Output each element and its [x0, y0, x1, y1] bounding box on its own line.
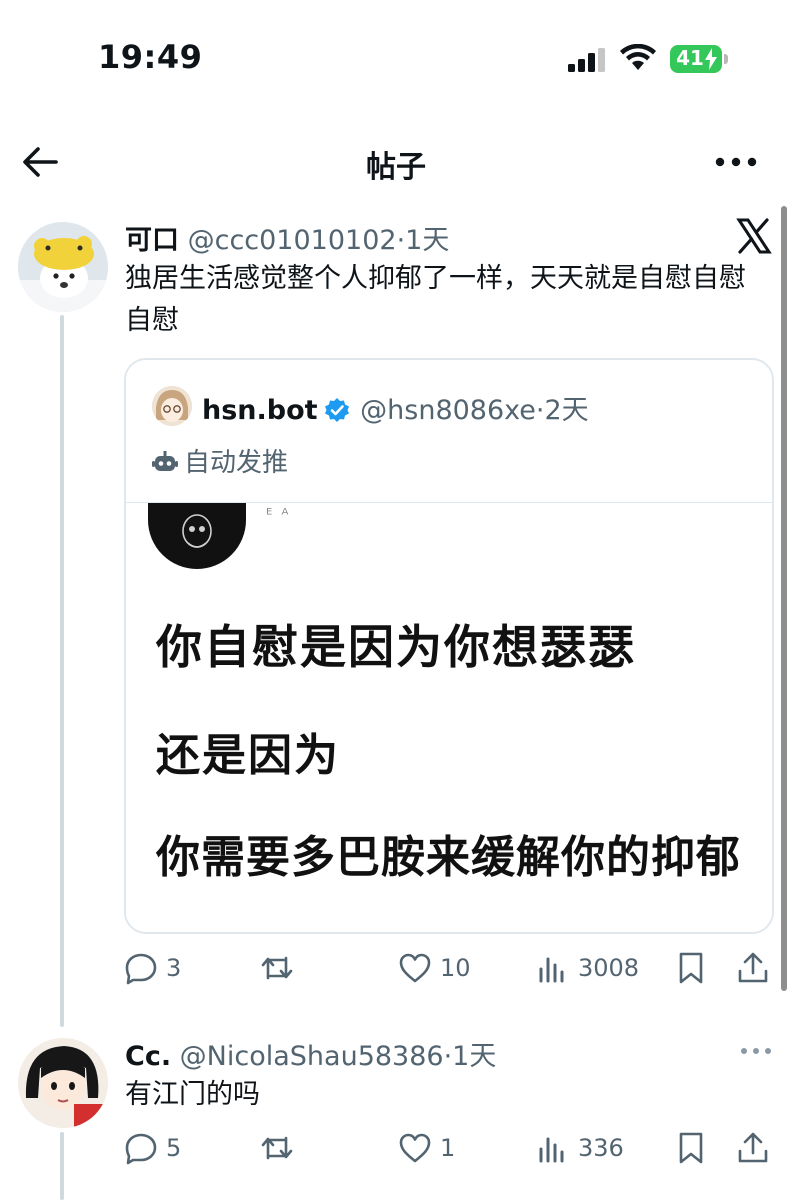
image-text-line: 还是因为 — [156, 730, 340, 781]
quoted-author-name[interactable]: hsn.bot — [202, 395, 318, 426]
post-text: 独居生活感觉整个人抑郁了一样，天天就是自慰自慰自慰 — [125, 263, 746, 336]
reply-button[interactable]: 3 — [124, 948, 181, 988]
bookmark-icon — [679, 952, 703, 984]
quoted-author-line: hsn.bot @hsn8086xe·2天 — [202, 388, 589, 427]
automated-label-text: 自动发推 — [184, 448, 289, 478]
author-name[interactable]: Cc. — [125, 1041, 171, 1072]
heart-icon — [399, 953, 431, 983]
share-button[interactable] — [736, 1128, 770, 1168]
reply-action-bar: 5 1 336 — [124, 1128, 774, 1168]
like-count: 10 — [440, 954, 471, 982]
view-count: 336 — [578, 1134, 624, 1162]
anime-avatar-image — [152, 386, 192, 426]
bookmark-icon — [679, 1132, 703, 1164]
wifi-icon — [620, 44, 656, 70]
image-avatar-crop — [148, 503, 246, 569]
quoted-author-handle[interactable]: @hsn8086xe — [360, 395, 536, 426]
more-options-icon[interactable] — [714, 154, 758, 170]
x-logo-icon — [736, 218, 772, 254]
reply-button[interactable]: 5 — [124, 1128, 181, 1168]
thread-connector-line — [60, 1132, 64, 1200]
share-button[interactable] — [736, 948, 770, 988]
top-nav-bar: 帖子 — [0, 120, 792, 204]
battery-cap — [724, 54, 728, 64]
bookmark-button[interactable] — [674, 948, 708, 988]
reply-count: 3 — [166, 954, 182, 982]
more-options-icon[interactable] — [740, 1046, 772, 1056]
share-icon — [738, 952, 768, 983]
reply-icon — [125, 1133, 157, 1165]
quoted-avatar — [152, 386, 192, 426]
avatar[interactable] — [18, 222, 108, 312]
skull-art-image — [182, 514, 212, 548]
verified-badge-icon — [324, 398, 349, 422]
views-chart-icon — [539, 957, 564, 983]
robot-icon — [152, 451, 178, 471]
author-handle[interactable]: @ccc01010102 — [188, 225, 397, 256]
share-icon — [738, 1132, 768, 1163]
girl-avatar-image — [18, 1038, 108, 1128]
repost-icon — [261, 1136, 293, 1160]
views-chart-icon — [539, 1137, 564, 1163]
views-button[interactable]: 336 — [536, 1128, 624, 1168]
repost-icon — [261, 956, 293, 980]
clock: 19:49 — [98, 38, 203, 76]
avatar[interactable] — [18, 1038, 108, 1128]
thread-connector-line — [60, 315, 64, 1027]
reply-count: 5 — [166, 1134, 182, 1162]
reply-icon — [125, 953, 157, 985]
post-author-line: 可口 @ccc01010102·1天 — [125, 218, 449, 257]
image-text-line: 你需要多巴胺来缓解你的抑郁 — [156, 832, 741, 883]
charging-bolt-icon — [705, 48, 717, 70]
heart-icon — [399, 1133, 431, 1163]
repost-button[interactable] — [260, 948, 302, 988]
like-count: 1 — [440, 1134, 456, 1162]
author-handle[interactable]: @NicolaShau58386 — [180, 1041, 444, 1072]
post-action-bar: 3 10 3008 — [124, 948, 774, 988]
quoted-post-time: ·2天 — [535, 395, 589, 426]
cellular-signal-icon — [568, 48, 605, 72]
views-button[interactable]: 3008 — [536, 948, 639, 988]
scrollbar[interactable] — [781, 206, 787, 991]
bookmark-button[interactable] — [674, 1128, 708, 1168]
page-title: 帖子 — [366, 150, 426, 185]
automated-label: 自动发推 — [152, 442, 288, 479]
quoted-image[interactable]: ᴱ ᴬ 你自慰是因为你想瑟瑟 还是因为 你需要多巴胺来缓解你的抑郁 — [126, 503, 772, 932]
like-button[interactable]: 10 — [398, 948, 471, 988]
dog-avatar-image — [18, 222, 108, 312]
view-count: 3008 — [578, 954, 640, 982]
status-bar: 19:49 41 — [0, 0, 792, 110]
quoted-post-card[interactable]: hsn.bot @hsn8086xe·2天 自动发推 ᴱ ᴬ 你自慰是因为你想瑟… — [124, 358, 774, 934]
image-text-line: 你自慰是因为你想瑟瑟 — [156, 620, 636, 674]
reply-author-line: Cc. @NicolaShau58386·1天 — [125, 1034, 496, 1073]
post-time: ·1天 — [443, 1041, 497, 1072]
author-name[interactable]: 可口 — [125, 225, 179, 256]
repost-button[interactable] — [260, 1128, 302, 1168]
reply-text: 有江门的吗 — [125, 1079, 260, 1110]
image-small-text: ᴱ ᴬ — [266, 505, 291, 524]
post-time: ·1天 — [396, 225, 450, 256]
battery-indicator: 41 — [670, 45, 728, 73]
like-button[interactable]: 1 — [398, 1128, 455, 1168]
